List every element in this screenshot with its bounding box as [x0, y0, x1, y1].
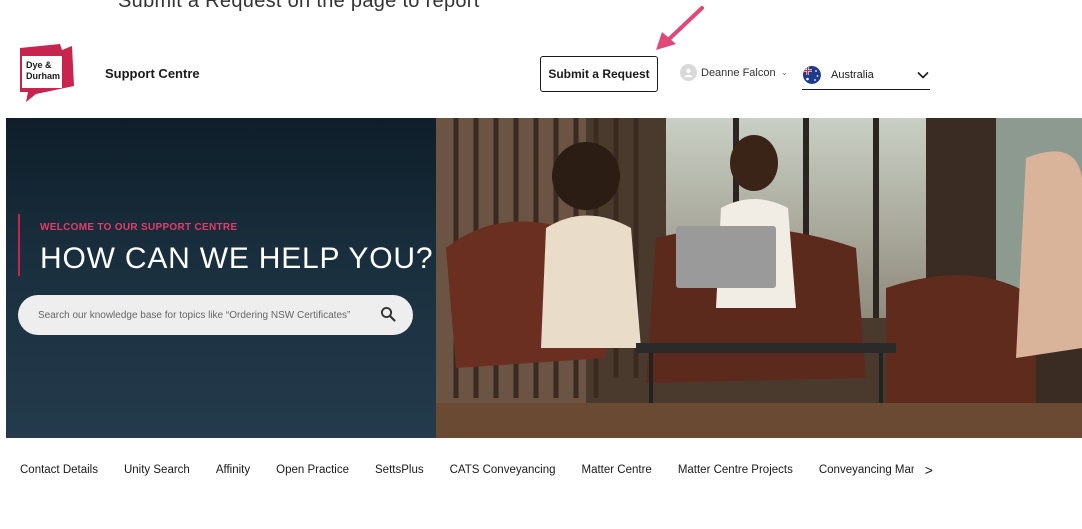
country-select[interactable]: Australia [802, 60, 930, 90]
caption-text: Submit a Request on the page to report [118, 0, 480, 12]
chevron-down-icon: ⌄ [780, 67, 789, 77]
tab-contact-details[interactable]: Contact Details [6, 452, 111, 488]
welcome-text: WELCOME TO OUR SUPPORT CENTRE [40, 222, 238, 233]
site-header: Dye & Durham Support Centre Submit a Req… [0, 30, 1082, 118]
annotation-arrow-icon [656, 6, 704, 50]
hero-photo [436, 118, 1082, 438]
search-input[interactable] [38, 309, 378, 321]
user-name: Deanne Falcon [701, 66, 776, 79]
search-bar[interactable] [18, 295, 413, 335]
tab-settsplus[interactable]: SettsPlus [362, 452, 437, 488]
tab-conveyancing-management[interactable]: Conveyancing Mana [806, 452, 914, 488]
country-name: Australia [831, 68, 874, 81]
user-avatar-icon [680, 64, 697, 81]
logo-text-line1: Dye & [26, 60, 52, 70]
hero-dark-panel [6, 118, 446, 438]
logo-text-line2: Durham [26, 71, 60, 81]
search-icon[interactable] [380, 306, 396, 322]
tab-matter-centre-projects[interactable]: Matter Centre Projects [665, 452, 806, 488]
page-title: Support Centre [105, 66, 200, 81]
submit-request-button[interactable]: Submit a Request [540, 56, 658, 92]
dye-durham-logo[interactable]: Dye & Durham [16, 42, 80, 104]
chevron-down-icon [917, 71, 929, 79]
tab-unity-search[interactable]: Unity Search [111, 452, 203, 488]
tab-affinity[interactable]: Affinity [203, 452, 263, 488]
tabs-next-button[interactable]: > [918, 452, 940, 488]
clipped-caption: Submit a Request on the page to report [0, 0, 1082, 14]
tab-matter-centre[interactable]: Matter Centre [569, 452, 665, 488]
tab-open-practice[interactable]: Open Practice [263, 452, 362, 488]
australia-flag-icon [803, 65, 821, 84]
hero-headline: HOW CAN WE HELP YOU? [40, 242, 434, 275]
hero-banner: WELCOME TO OUR SUPPORT CENTRE HOW CAN WE… [6, 118, 1082, 438]
product-tabs: Contact Details Unity Search Affinity Op… [6, 452, 1082, 488]
accent-line [18, 214, 20, 276]
user-menu[interactable]: Deanne Falcon ⌄ [680, 64, 788, 81]
tab-cats-conveyancing[interactable]: CATS Conveyancing [437, 452, 569, 488]
